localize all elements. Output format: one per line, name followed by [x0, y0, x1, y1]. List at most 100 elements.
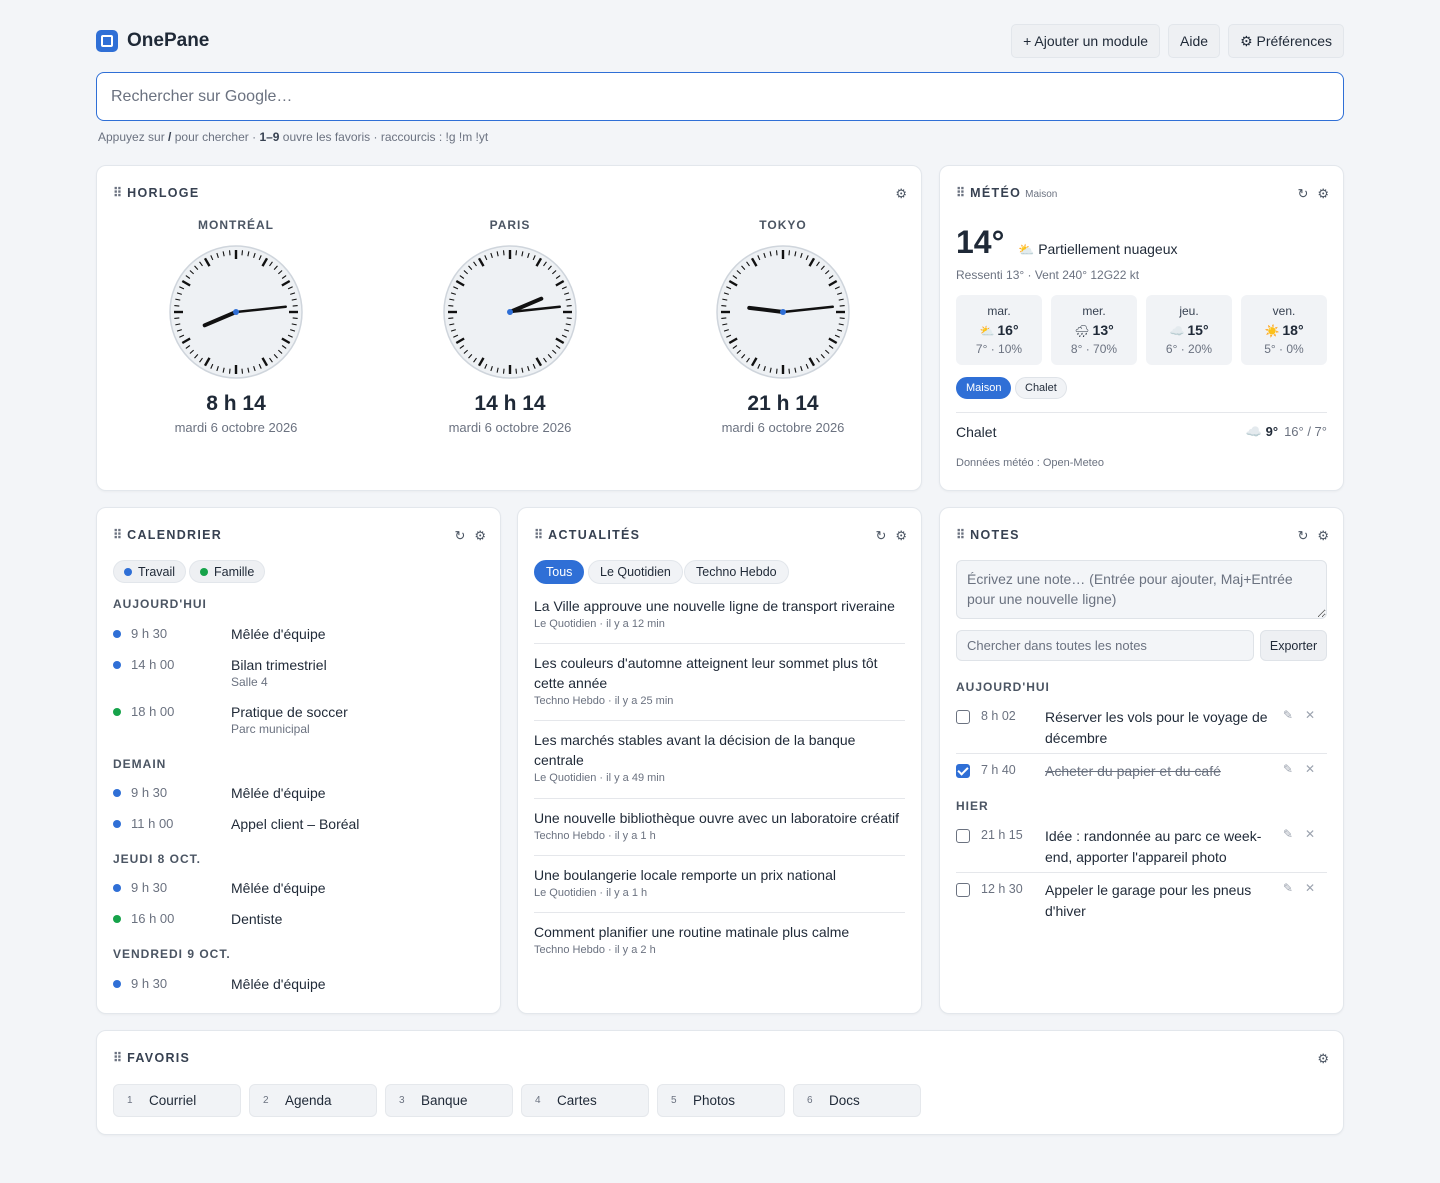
header-actions: + Ajouter un module Aide ⚙ Préférences: [1011, 24, 1344, 58]
drag-handle-icon[interactable]: ⠿: [113, 1051, 122, 1065]
edit-icon[interactable]: ✎: [1283, 708, 1293, 722]
favorite-label: Docs: [829, 1093, 860, 1108]
calendar-event[interactable]: 9 h 30 Mêlée d'équipe: [113, 880, 473, 914]
note-checkbox[interactable]: [956, 829, 970, 843]
edit-icon[interactable]: ✎: [1283, 827, 1293, 841]
weather-icon: ⛅: [979, 324, 995, 338]
news-item[interactable]: La Ville approuve une nouvelle ligne de …: [534, 596, 905, 644]
news-filter-2[interactable]: Techno Hebdo: [684, 560, 789, 584]
calendar-event[interactable]: 16 h 00 Dentiste: [113, 911, 473, 945]
event-title: Bilan trimestriel: [231, 657, 327, 673]
gear-icon[interactable]: ⚙: [895, 528, 907, 544]
news-meta: Techno Hebdo · il y a 2 h: [534, 944, 656, 956]
edit-icon[interactable]: ✎: [1283, 881, 1293, 895]
clock-card: ⠿ HORLOGE ⚙ MONTRÉAL 8 h 14 mardi 6 octobre…: [96, 165, 922, 491]
favorite-link[interactable]: 4 Cartes: [521, 1084, 649, 1117]
card-actions: ↻ ⚙: [1297, 186, 1329, 202]
favorite-label: Courriel: [149, 1093, 197, 1108]
forecast-high: 15°: [1187, 322, 1209, 338]
calendar-event[interactable]: 9 h 30 Mêlée d'équipe: [113, 785, 473, 819]
top-header: OnePane + Ajouter un module Aide ⚙ Préfé…: [96, 24, 1344, 58]
delete-icon[interactable]: ✕: [1305, 762, 1315, 776]
news-item[interactable]: Une boulangerie locale remporte un prix …: [534, 865, 905, 913]
google-search-input[interactable]: [96, 72, 1344, 121]
drag-handle-icon[interactable]: ⠿: [534, 528, 543, 542]
gear-icon[interactable]: ⚙: [474, 528, 486, 544]
notes-search-input[interactable]: [956, 630, 1254, 661]
favorite-shortcut-number: 4: [535, 1095, 541, 1106]
clock-date: mardi 6 octobre 2026: [448, 420, 572, 435]
refresh-icon[interactable]: ↻: [454, 528, 465, 544]
event-location: Parc municipal: [231, 722, 310, 736]
calendar-event[interactable]: 11 h 00 Appel client – Boréal: [113, 816, 473, 850]
calendar-filter-1[interactable]: Famille: [189, 560, 266, 583]
app-title: OnePane: [127, 30, 210, 51]
favorite-shortcut-number: 5: [671, 1095, 677, 1106]
export-button[interactable]: Exporter: [1260, 630, 1327, 661]
other-location-temp: ☁️ 9° 16° / 7°: [1245, 424, 1327, 439]
note-time: 8 h 02: [981, 709, 1016, 723]
help-button[interactable]: Aide: [1168, 24, 1221, 58]
card-title: ⠿ ACTUALITÉS: [534, 528, 641, 542]
news-headline[interactable]: Les couleurs d'automne atteignent leur s…: [534, 653, 905, 693]
drag-handle-icon[interactable]: ⠿: [113, 528, 122, 542]
note-checkbox[interactable]: [956, 710, 970, 724]
refresh-icon[interactable]: ↻: [1297, 186, 1308, 202]
calendar-event[interactable]: 14 h 00 Bilan trimestriel Salle 4: [113, 657, 473, 691]
location-pill-chalet[interactable]: Chalet: [1015, 377, 1067, 399]
news-headline[interactable]: Une nouvelle bibliothèque ouvre avec un …: [534, 808, 905, 828]
new-note-input[interactable]: [956, 560, 1327, 619]
calendar-event[interactable]: 9 h 30 Mêlée d'équipe: [113, 626, 473, 660]
news-item[interactable]: Les marchés stables avant la décision de…: [534, 730, 905, 799]
gear-icon[interactable]: ⚙: [1317, 528, 1329, 544]
news-filter-0[interactable]: Tous: [534, 560, 585, 584]
calendar-event[interactable]: 9 h 30 Mêlée d'équipe: [113, 976, 473, 1010]
calendar-filter-0[interactable]: Travail: [113, 560, 187, 583]
note-item: 7 h 40 Acheter du papier et du café ✎ ✕: [956, 761, 1327, 793]
card-title: ⠿ NOTES: [956, 528, 1020, 542]
news-item[interactable]: Comment planifier une routine matinale p…: [534, 922, 905, 970]
favorite-label: Cartes: [557, 1093, 597, 1108]
note-time: 12 h 30: [981, 882, 1023, 896]
favorite-link[interactable]: 2 Agenda: [249, 1084, 377, 1117]
news-filter-1[interactable]: Le Quotidien: [588, 560, 683, 584]
news-item[interactable]: Les couleurs d'automne atteignent leur s…: [534, 653, 905, 721]
refresh-icon[interactable]: ↻: [1297, 528, 1308, 544]
gear-icon[interactable]: ⚙: [1317, 1051, 1329, 1067]
drag-handle-icon[interactable]: ⠿: [956, 528, 965, 542]
location-pill-maison[interactable]: Maison: [956, 377, 1012, 399]
forecast-high: 18°: [1282, 322, 1304, 338]
search-hint: Appuyez sur / pour chercher · 1–9 ouvre …: [98, 130, 489, 144]
news-item[interactable]: Une nouvelle bibliothèque ouvre avec un …: [534, 808, 905, 856]
edit-icon[interactable]: ✎: [1283, 762, 1293, 776]
calendar-event[interactable]: 18 h 00 Pratique de soccer Parc municipa…: [113, 704, 473, 738]
preferences-button[interactable]: ⚙ Préférences: [1228, 24, 1344, 58]
drag-handle-icon[interactable]: ⠿: [956, 186, 965, 200]
favorite-link[interactable]: 6 Docs: [793, 1084, 921, 1117]
note-checkbox[interactable]: [956, 883, 970, 897]
news-headline[interactable]: Comment planifier une routine matinale p…: [534, 922, 905, 942]
refresh-icon[interactable]: ↻: [875, 528, 886, 544]
drag-handle-icon[interactable]: ⠿: [113, 186, 122, 200]
add-module-button[interactable]: + Ajouter un module: [1011, 24, 1161, 58]
favorite-link[interactable]: 3 Banque: [385, 1084, 513, 1117]
favorites-card: ⠿ FAVORIS ⚙ 1 Courriel 2 Agenda 3 Banque 4 Carte…: [96, 1030, 1344, 1135]
favorite-link[interactable]: 1 Courriel: [113, 1084, 241, 1117]
news-headline[interactable]: Les marchés stables avant la décision de…: [534, 730, 905, 770]
note-text: Appeler le garage pour les pneus d'hiver: [1045, 882, 1252, 919]
weather-location-label: Maison: [1025, 189, 1058, 200]
news-headline[interactable]: Une boulangerie locale remporte un prix …: [534, 865, 905, 885]
other-location-row: Chalet ☁️ 9° 16° / 7°: [956, 412, 1327, 452]
card-actions: ⚙: [1317, 1051, 1329, 1067]
gear-icon[interactable]: ⚙: [895, 186, 907, 202]
news-headline[interactable]: La Ville approuve une nouvelle ligne de …: [534, 596, 905, 616]
delete-icon[interactable]: ✕: [1305, 708, 1315, 722]
forecast-day-label: mer.: [1082, 304, 1106, 318]
analog-clock-face: [169, 245, 303, 379]
card-title: ⠿ MÉTÉO Maison: [956, 186, 1058, 200]
note-checkbox[interactable]: [956, 764, 970, 778]
delete-icon[interactable]: ✕: [1305, 827, 1315, 841]
gear-icon[interactable]: ⚙: [1317, 186, 1329, 202]
delete-icon[interactable]: ✕: [1305, 881, 1315, 895]
favorite-link[interactable]: 5 Photos: [657, 1084, 785, 1117]
